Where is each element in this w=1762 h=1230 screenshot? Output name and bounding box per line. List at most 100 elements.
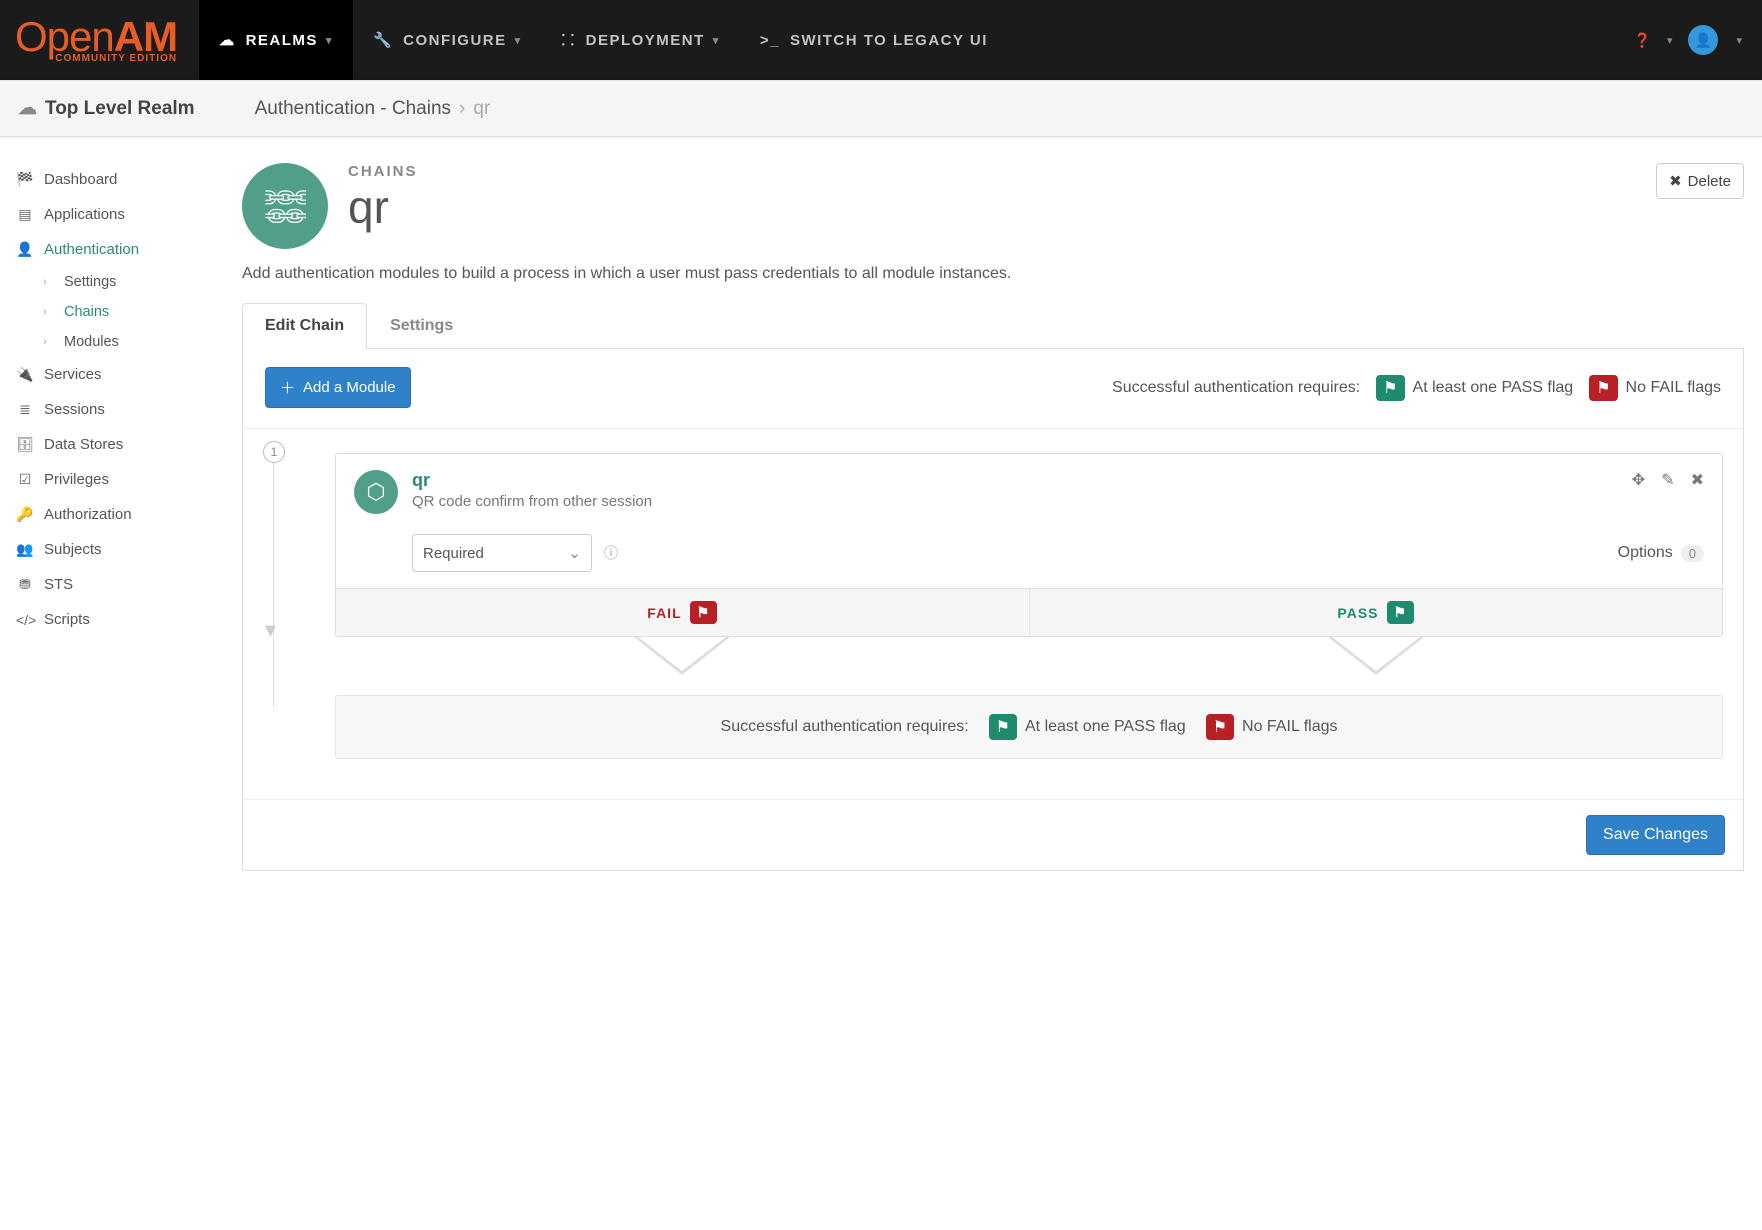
caret-icon: ▾ xyxy=(1736,34,1742,47)
nav-deployment[interactable]: ⸬ DEPLOYMENT ▾ xyxy=(542,0,740,80)
tab-edit-chain[interactable]: Edit Chain xyxy=(242,303,367,349)
arrow-down-icon xyxy=(634,637,730,675)
realm-title: ☁ Top Level Realm xyxy=(18,97,195,120)
window-icon: ▤ xyxy=(16,206,34,223)
check-icon: ☑ xyxy=(16,471,34,488)
chevron-right-icon: › xyxy=(36,306,54,318)
header-eyebrow: CHAINS xyxy=(348,163,418,180)
delete-button[interactable]: ✖ Delete xyxy=(1656,163,1744,199)
options-label[interactable]: Options 0 xyxy=(1618,544,1704,562)
close-icon: ✖ xyxy=(1669,172,1682,190)
options-count: 0 xyxy=(1681,545,1704,562)
nav-realms[interactable]: ☁ REALMS ▾ xyxy=(199,0,353,80)
breadcrumb-leaf: qr xyxy=(473,98,490,120)
nav-legacy[interactable]: >_ SWITCH TO LEGACY UI xyxy=(740,0,1008,80)
help-button[interactable]: ❓ ▾ xyxy=(1634,32,1673,49)
chevron-right-icon: › xyxy=(36,336,54,348)
top-navbar: OpenAM COMMUNITY EDITION ☁ REALMS ▾ 🔧 CO… xyxy=(0,0,1762,80)
user-menu[interactable]: 👤 ▾ xyxy=(1688,25,1742,55)
sidebar: 🏁Dashboard ▤Applications 👤Authentication… xyxy=(0,137,224,911)
save-button[interactable]: Save Changes xyxy=(1586,815,1725,855)
realm-name-text: Top Level Realm xyxy=(45,98,195,120)
criteria-select[interactable]: Required ⌄ xyxy=(412,534,592,572)
chevron-right-icon: › xyxy=(459,98,465,120)
user-avatar: 👤 xyxy=(1688,25,1718,55)
sidebar-item-privileges[interactable]: ☑Privileges xyxy=(0,462,224,497)
step-index: 1 xyxy=(263,441,285,463)
chain-icon: ⛓ xyxy=(242,163,328,249)
logo-text-open: Open xyxy=(15,16,114,58)
sidebar-item-datastores[interactable]: 🗄Data Stores xyxy=(0,427,224,462)
help-icon: ❓ xyxy=(1634,32,1651,49)
module-name[interactable]: qr xyxy=(412,470,652,491)
arrow-down-icon xyxy=(1328,637,1424,675)
plus-icon: ＋ xyxy=(280,377,295,398)
caret-icon: ▾ xyxy=(713,34,720,47)
step-connector-line xyxy=(273,463,274,707)
tab-settings[interactable]: Settings xyxy=(367,303,476,348)
nav-configure[interactable]: 🔧 CONFIGURE ▾ xyxy=(353,0,542,80)
module-icon: ⬡ xyxy=(354,470,398,514)
sitemap-icon: ⸬ xyxy=(562,30,576,50)
edit-icon[interactable]: ✎ xyxy=(1661,470,1674,514)
sidebar-subitem-settings[interactable]: ›Settings xyxy=(20,267,224,297)
logo-text-am: AM xyxy=(114,16,177,58)
cloud-icon: ☁ xyxy=(219,31,236,49)
nav-deployment-label: DEPLOYMENT xyxy=(586,32,705,49)
breadcrumb-root[interactable]: Authentication - Chains xyxy=(255,98,451,120)
sidebar-item-authorization[interactable]: 🔑Authorization xyxy=(0,497,224,532)
wrench-icon: 🔧 xyxy=(373,31,393,49)
caret-icon: ▾ xyxy=(326,34,333,47)
sub-header: ☁ Top Level Realm Authentication - Chain… xyxy=(0,80,1762,137)
summary-requires-label: Successful authentication requires: xyxy=(721,718,969,736)
caret-icon: ▾ xyxy=(1667,34,1673,47)
module-desc: QR code confirm from other session xyxy=(412,493,652,510)
outcome-connectors xyxy=(335,637,1723,675)
outcome-pass: PASS ⚑ xyxy=(1030,589,1723,636)
sidebar-item-sts[interactable]: ⛃STS xyxy=(0,567,224,602)
move-icon[interactable]: ✥ xyxy=(1632,470,1645,514)
info-icon[interactable]: ⓘ xyxy=(604,543,618,563)
sidebar-subitem-chains[interactable]: ›Chains xyxy=(20,297,224,327)
flag-icon: ⚑ xyxy=(1206,714,1234,740)
flag-icon: ⚑ xyxy=(1387,601,1415,624)
caret-icon: ▾ xyxy=(515,34,522,47)
logo[interactable]: OpenAM COMMUNITY EDITION xyxy=(0,0,199,80)
layers-icon: ≣ xyxy=(16,401,34,418)
sidebar-item-scripts[interactable]: </>Scripts xyxy=(0,602,224,637)
sidebar-item-authentication[interactable]: 👤Authentication xyxy=(0,232,224,267)
plug-icon: 🔌 xyxy=(16,366,34,383)
outcome-fail: FAIL ⚑ xyxy=(336,589,1030,636)
criteria-value: Required xyxy=(423,545,484,562)
module-card: ⬡ qr QR code confirm from other session … xyxy=(335,453,1723,637)
code-icon: </> xyxy=(16,612,34,628)
tower-icon: ⛃ xyxy=(16,576,34,593)
key-icon: 🔑 xyxy=(16,506,34,523)
database-icon: 🗄 xyxy=(16,436,34,453)
delete-icon[interactable]: ✖ xyxy=(1691,470,1704,514)
chevron-down-icon: ⌄ xyxy=(568,544,581,562)
flag-icon: ⚑ xyxy=(989,714,1017,740)
sidebar-item-subjects[interactable]: 👥Subjects xyxy=(0,532,224,567)
panel-toolbar: ＋ Add a Module Successful authentication… xyxy=(243,349,1743,429)
fail-flag-requirement: ⚑ No FAIL flags xyxy=(1589,375,1721,401)
summary-bar: Successful authentication requires: ⚑ At… xyxy=(335,695,1723,759)
gauge-icon: 🏁 xyxy=(16,171,34,188)
sidebar-item-services[interactable]: 🔌Services xyxy=(0,357,224,392)
pass-flag-requirement: ⚑ At least one PASS flag xyxy=(1376,375,1573,401)
flag-icon: ⚑ xyxy=(1376,375,1404,401)
sidebar-subitem-modules[interactable]: ›Modules xyxy=(20,327,224,357)
panel-footer: Save Changes xyxy=(243,799,1743,870)
nav-realms-label: REALMS xyxy=(246,32,318,49)
chevron-right-icon: › xyxy=(36,276,54,288)
console-icon: >_ xyxy=(760,32,780,49)
requires-label: Successful authentication requires: xyxy=(1112,379,1360,397)
sidebar-item-dashboard[interactable]: 🏁Dashboard xyxy=(0,162,224,197)
sidebar-item-sessions[interactable]: ≣Sessions xyxy=(0,392,224,427)
user-icon: 👤 xyxy=(16,241,34,258)
sidebar-item-applications[interactable]: ▤Applications xyxy=(0,197,224,232)
page-header: ⛓ CHAINS qr ✖ Delete xyxy=(242,163,1744,249)
add-module-button[interactable]: ＋ Add a Module xyxy=(265,367,411,408)
arrow-down-icon: ▾ xyxy=(265,617,276,643)
flag-icon: ⚑ xyxy=(690,601,718,624)
